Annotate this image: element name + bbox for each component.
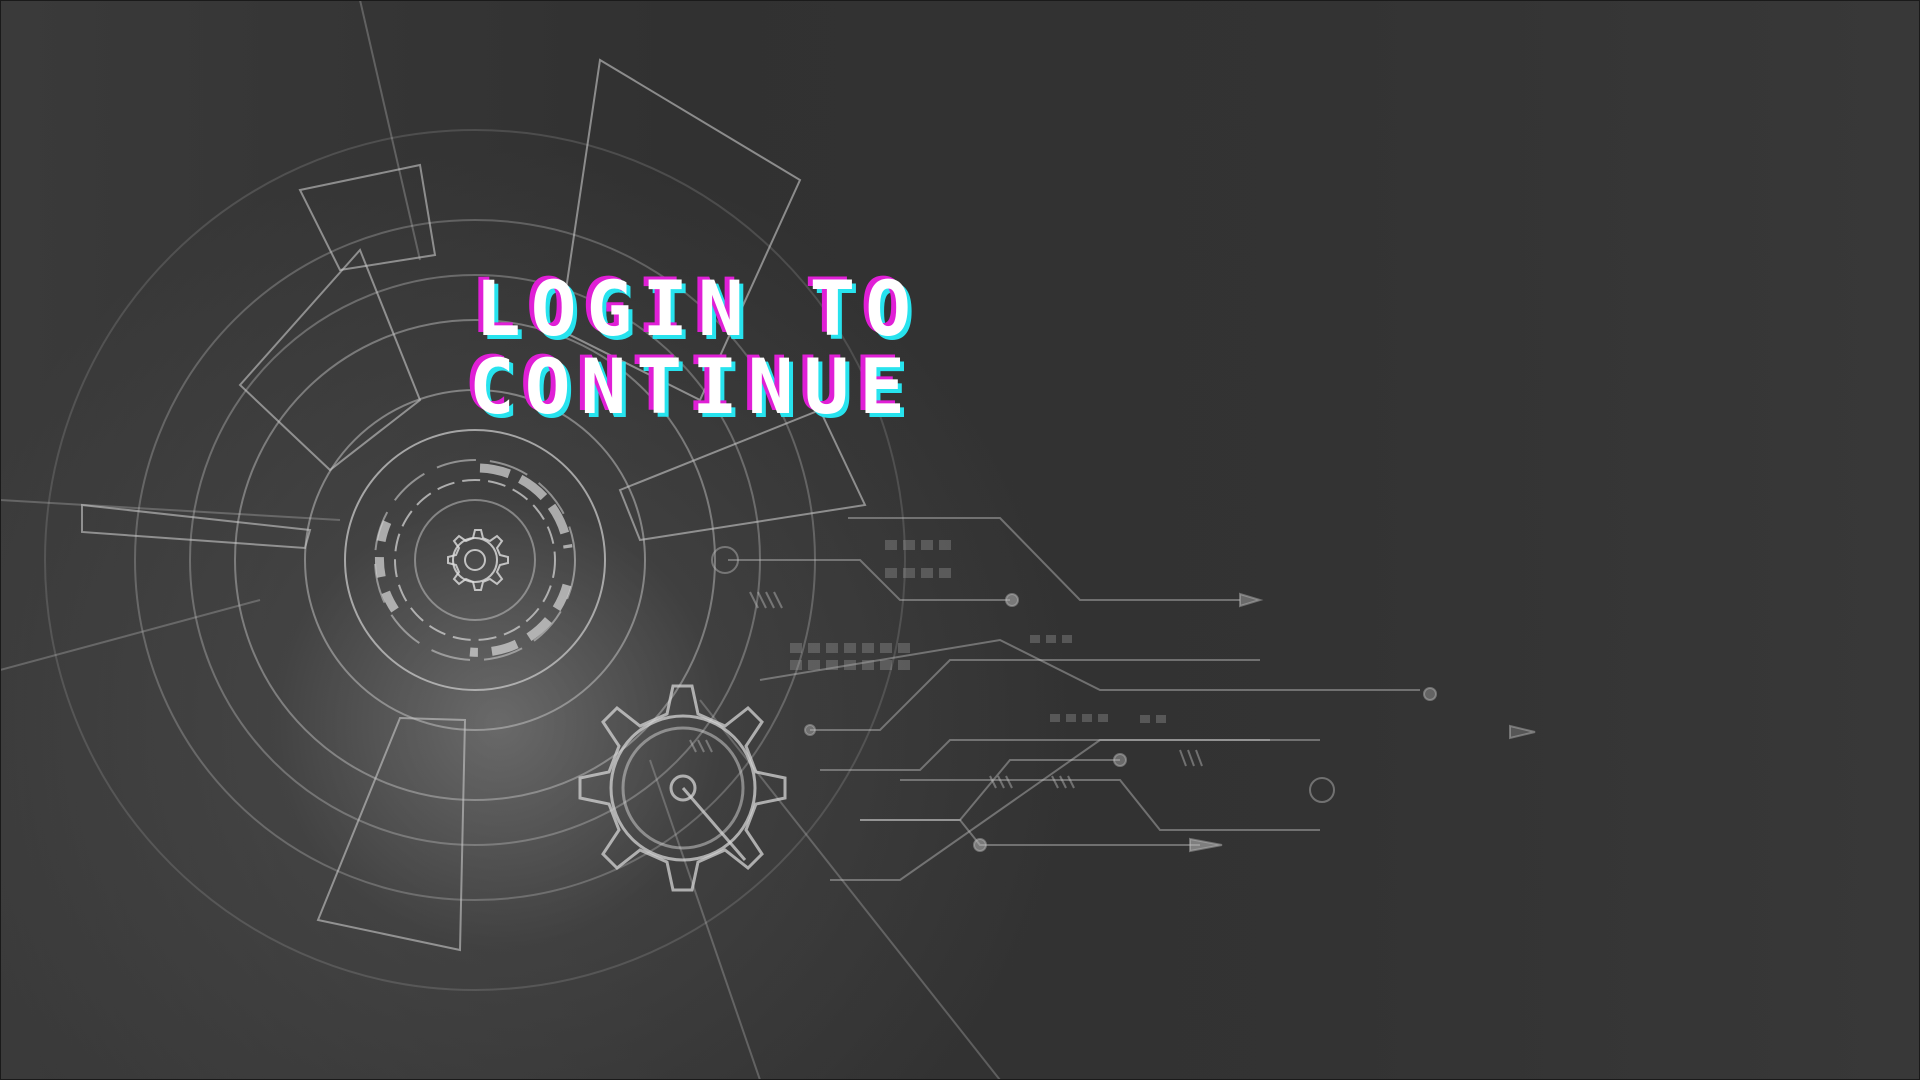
heading-line-1: LOGIN TO [475,264,922,353]
tech-background-illustration [0,0,1536,1080]
gear-icon [447,529,509,591]
large-gear-icon [578,684,787,892]
data-blocks [790,540,1166,723]
circuit-lines [711,517,1536,881]
login-to-continue-heading: LOGIN TO CONTINUE [469,264,922,426]
heading-line-2: CONTINUE [469,342,916,431]
login-required-screen: LOGIN TO CONTINUE [0,0,1920,1080]
ring-segments [374,463,573,657]
